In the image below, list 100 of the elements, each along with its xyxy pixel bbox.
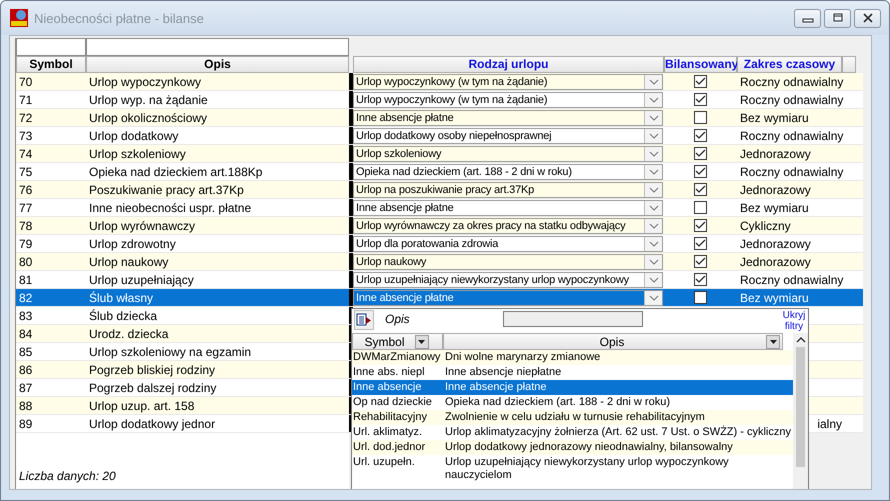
leave-type-dropdown[interactable]: Urlop wypoczynkowy (w tym na żądanie) — [353, 92, 663, 108]
leave-type-dropdown[interactable]: Urlop wypoczynkowy (w tym na żądanie) — [353, 74, 663, 90]
table-cell-text: Bez wymiaru — [739, 200, 809, 214]
list-row[interactable]: Inne absencje Inne absencje płatne — [352, 380, 793, 395]
table-row[interactable]: 72 Urlop okolicznościowy — [16, 109, 349, 127]
checkbox[interactable] — [694, 219, 707, 232]
column-header[interactable]: Rodzaj urlopu — [353, 56, 664, 73]
column-header[interactable]: Opis — [86, 56, 349, 73]
close-button[interactable] — [854, 8, 881, 28]
table-cell-text: Urlop dodatkowy jednor — [88, 416, 216, 430]
table-row[interactable]: 88 Urlop uzup. art. 158 — [16, 397, 349, 415]
list-cell-text: Opieka nad dzieckiem (art. 188 - 2 dni w roku) — [444, 396, 671, 409]
table-cell-text: 87 — [18, 380, 34, 394]
checkbox[interactable] — [694, 129, 707, 142]
list-cell-text: Dni wolne marynarzy zmianowe — [444, 351, 602, 364]
table-row[interactable]: 82 Ślub własny — [16, 289, 349, 307]
table-cell-text: Urlop uzup. art. 158 — [88, 398, 196, 412]
list-row[interactable]: Rehabilitacyjny Zwolnienie w celu udziału w turnusie rehabilitacyjnym — [352, 410, 793, 425]
table-row[interactable]: 84 Urodz. dziecka — [16, 325, 349, 343]
column-header[interactable]: Opis — [443, 333, 783, 350]
checkmark-icon — [695, 77, 706, 86]
table-cell-text: Urlop wyrównawczy — [88, 218, 196, 232]
filter-field[interactable] — [503, 311, 643, 327]
list-cell-text: Inne absencje płatne — [444, 381, 548, 394]
table-cell-text: Pogrzeb bliskiej rodziny — [88, 362, 216, 376]
table-row[interactable]: 78 Urlop wyrównawczy — [16, 217, 349, 235]
table-cell-text: 70 — [18, 74, 34, 88]
checkmark-icon — [695, 275, 706, 284]
table-cell-text: 82 — [18, 290, 34, 304]
list-arrow-icon — [356, 312, 372, 328]
list-row[interactable]: DWMarZmianowy Dni wolne marynarzy zmianowe — [352, 350, 793, 365]
checkbox[interactable] — [694, 201, 707, 214]
table-cell-text: 79 — [18, 236, 34, 250]
list-cell-text: Urlop dodatkowy jednorazowy nieodnawialny, bilansowalny — [444, 441, 734, 454]
table-row[interactable]: 83 Ślub dziecka — [16, 307, 349, 325]
checkmark-icon — [695, 95, 706, 104]
checkbox[interactable] — [694, 147, 707, 160]
table-row[interactable]: 86 Pogrzeb bliskiej rodziny — [16, 361, 349, 379]
checkbox[interactable] — [694, 273, 707, 286]
checkbox[interactable] — [694, 75, 707, 88]
column-header[interactable]: Bilansowany — [664, 56, 737, 73]
table-row[interactable]: 76 Poszukiwanie pracy art.37Kp — [16, 181, 349, 199]
table-row[interactable]: 70 Urlop wypoczynkowy — [16, 73, 349, 91]
table-cell-text: 86 — [18, 362, 34, 376]
checkbox[interactable] — [694, 237, 707, 250]
table-cell-text: Urlop wyp. na żądanie — [88, 92, 209, 106]
table-cell-text: Urlop szkoleniowy na egzamin — [88, 344, 252, 358]
checkbox[interactable] — [694, 183, 707, 196]
table-cell-text: Urlop szkoleniowy — [88, 146, 187, 160]
checkbox[interactable] — [694, 165, 707, 178]
table-cell-text: Urlop uzupełniający — [88, 272, 195, 286]
filter-toggle-button[interactable] — [354, 310, 374, 330]
checkbox[interactable] — [694, 255, 707, 268]
column-header[interactable]: Symbol — [16, 56, 86, 73]
scroll-up-icon — [796, 337, 806, 343]
table-cell-text: 89 — [18, 416, 34, 430]
table-cell-text: 75 — [18, 164, 34, 178]
hide-filters-link[interactable]: Ukryj filtry — [782, 310, 806, 332]
checkbox[interactable] — [694, 111, 707, 124]
checkbox[interactable] — [694, 93, 707, 106]
table-cell-text: Bez wymiaru — [739, 110, 809, 124]
leave-type-dropdown[interactable]: Opieka nad dzieckiem (art. 188 - 2 dni w roku) — [353, 164, 663, 180]
maximize-button[interactable] — [824, 8, 851, 28]
chevron-down-icon — [648, 204, 658, 210]
table-cell-text: ialny — [816, 416, 842, 430]
column-header[interactable]: Symbol — [352, 333, 443, 350]
table-cell-text: 83 — [18, 308, 34, 322]
table-cell-text: Urlop dodatkowy — [88, 128, 180, 142]
chevron-down-icon — [648, 150, 658, 156]
table-cell-text: 81 — [18, 272, 34, 286]
list-row[interactable]: Url. dod.jednor Urlop dodatkowy jednorazowy nieodnawialny, bilansowalny — [352, 440, 793, 455]
leave-type-dropdown[interactable]: Urlop dodatkowy osoby niepełnosprawnej — [353, 128, 663, 144]
table-cell-text: Ślub dziecka — [88, 308, 158, 322]
leave-type-dropdown[interactable]: Urlop na poszukiwanie pracy art.37Kp — [353, 182, 663, 198]
chevron-down-icon — [648, 132, 658, 138]
column-header[interactable]: Zakres czasowy — [737, 56, 842, 73]
leave-type-dropdown[interactable]: Urlop wyrównawczy za okres pracy na statku odbywający — [353, 218, 663, 234]
chevron-down-icon — [648, 294, 658, 300]
leave-type-dropdown[interactable]: Urlop naukowy — [353, 254, 663, 270]
checkmark-icon — [695, 131, 706, 140]
table-row[interactable]: 74 Urlop szkoleniowy — [16, 145, 349, 163]
scrollbar-thumb[interactable] — [796, 347, 805, 467]
minimize-button[interactable] — [794, 8, 821, 28]
description-filter-field[interactable] — [86, 38, 349, 56]
leave-type-dropdown[interactable]: Urlop uzupełniający niewykorzystany urlop wypoczynkowy — [353, 272, 663, 288]
table-row[interactable]: 80 Urlop naukowy — [16, 253, 349, 271]
leave-type-dropdown[interactable]: Inne absencje płatne — [353, 290, 663, 306]
leave-type-dropdown[interactable]: Urlop dla poratowania zdrowia — [353, 236, 663, 252]
table-cell-text: Roczny odnawialny — [739, 272, 844, 286]
leave-type-dropdown[interactable]: Inne absencje płatne — [353, 200, 663, 216]
table-cell-text: Opieka nad dzieckiem art.188Kp — [88, 164, 264, 178]
scrollbar[interactable] — [793, 333, 808, 489]
list-cell-text: Rehabilitacyjny — [352, 411, 428, 424]
list-row[interactable]: Url. aklimatyz. Urlop aklimatyzacyjny żołnierza (Art. 62 ust. 7 Ust. o SWŻZ) - cykliczny — [352, 425, 793, 440]
table-cell-text: 72 — [18, 110, 34, 124]
checkbox[interactable] — [694, 291, 707, 304]
symbol-filter-field[interactable] — [16, 38, 86, 56]
leave-type-dropdown[interactable]: Inne absencje płatne — [353, 110, 663, 126]
table-cell-text: 71 — [18, 92, 34, 106]
leave-type-dropdown[interactable]: Urlop szkoleniowy — [353, 146, 663, 162]
